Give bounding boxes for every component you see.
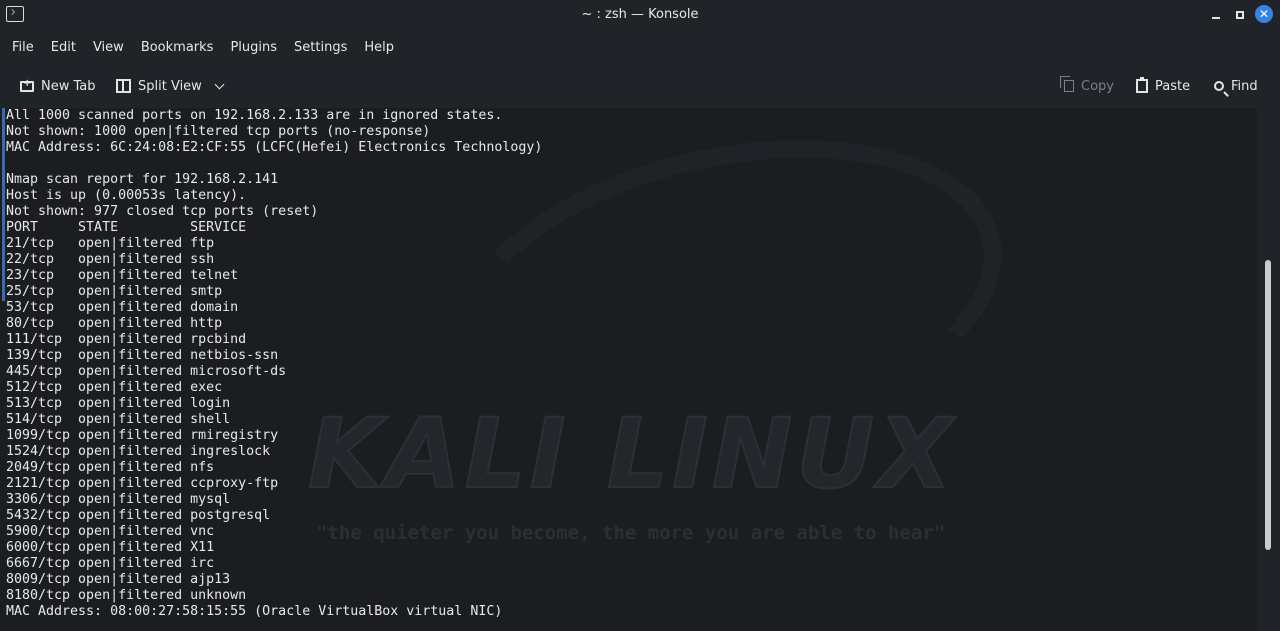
- toolbar: New Tab Split View Copy Paste Find: [0, 70, 1280, 102]
- menu-plugins[interactable]: Plugins: [230, 36, 277, 60]
- terminal-line: All 1000 scanned ports on 192.168.2.133 …: [6, 108, 503, 123]
- terminal-line: 2121/tcp open|filtered ccproxy-ftp: [6, 476, 279, 491]
- terminal-line: 23/tcp open|filtered telnet: [6, 268, 239, 283]
- terminal-line: 53/tcp open|filtered domain: [6, 300, 239, 315]
- menu-file[interactable]: File: [12, 36, 34, 60]
- minimize-button[interactable]: [1208, 7, 1224, 23]
- maximize-button[interactable]: [1232, 7, 1248, 23]
- window-title: ~ : zsh — Konsole: [581, 7, 699, 22]
- terminal-view[interactable]: KALI LINUX "the quieter you become, the …: [0, 108, 1257, 631]
- chevron-down-icon: [214, 79, 225, 89]
- scroll-marker: [2, 108, 5, 301]
- terminal-line: 1524/tcp open|filtered ingreslock: [6, 444, 271, 459]
- close-icon: ✕: [1258, 7, 1270, 21]
- terminal-line: 139/tcp open|filtered netbios-ssn: [6, 348, 279, 363]
- terminal-line: 3306/tcp open|filtered mysql: [6, 492, 231, 507]
- terminal-line: PORT STATE SERVICE: [6, 220, 247, 235]
- terminal-line: 5900/tcp open|filtered vnc: [6, 524, 215, 539]
- scrollbar-thumb[interactable]: [1265, 260, 1271, 550]
- new-tab-icon: [20, 78, 34, 92]
- terminal-line: 6667/tcp open|filtered irc: [6, 556, 215, 571]
- terminal-line: 21/tcp open|filtered ftp: [6, 236, 215, 251]
- terminal-line: 5432/tcp open|filtered postgresql: [6, 508, 271, 523]
- new-tab-button[interactable]: New Tab: [20, 76, 96, 96]
- copy-button[interactable]: Copy: [1060, 76, 1114, 96]
- terminal-line: 8180/tcp open|filtered unknown: [6, 588, 247, 603]
- terminal-line: 512/tcp open|filtered exec: [6, 380, 223, 395]
- vertical-scrollbar[interactable]: [1257, 108, 1280, 631]
- terminal-line: 8009/tcp open|filtered ajp13: [6, 572, 231, 587]
- menu-view[interactable]: View: [93, 36, 124, 60]
- menu-settings[interactable]: Settings: [294, 36, 347, 60]
- terminal-line: MAC Address: 6C:24:08:E2:CF:55 (LCFC(Hef…: [6, 140, 543, 155]
- konsole-window: ~ : zsh — Konsole ✕ File Edit View Bookm…: [0, 0, 1280, 631]
- paste-icon: [1136, 77, 1148, 93]
- terminal-output: All 1000 scanned ports on 192.168.2.133 …: [6, 108, 542, 620]
- terminal-line: 25/tcp open|filtered smtp: [6, 284, 223, 299]
- paste-label: Paste: [1155, 78, 1191, 94]
- split-view-icon: [116, 79, 131, 93]
- terminal-line: 513/tcp open|filtered login: [6, 396, 231, 411]
- terminal-line: 1099/tcp open|filtered rmiregistry: [6, 428, 279, 443]
- title-bar: ~ : zsh — Konsole ✕: [0, 0, 1280, 30]
- maximize-icon: [1236, 11, 1244, 19]
- split-view-button[interactable]: Split View: [116, 76, 225, 96]
- terminal-line: Not shown: 1000 open|filtered tcp ports …: [6, 124, 431, 139]
- find-button[interactable]: Find: [1214, 76, 1258, 96]
- menu-bookmarks[interactable]: Bookmarks: [141, 36, 214, 60]
- terminal-line: Host is up (0.00053s latency).: [6, 188, 247, 203]
- terminal-line: 445/tcp open|filtered microsoft-ds: [6, 364, 287, 379]
- minimize-icon: [1212, 17, 1220, 19]
- find-label: Find: [1231, 78, 1258, 94]
- menu-help[interactable]: Help: [364, 36, 394, 60]
- new-tab-label: New Tab: [41, 78, 96, 94]
- terminal-line: Not shown: 977 closed tcp ports (reset): [6, 204, 319, 219]
- paste-button[interactable]: Paste: [1136, 76, 1190, 96]
- copy-icon: [1060, 76, 1074, 92]
- terminal-line: 6000/tcp open|filtered X11: [6, 540, 215, 555]
- terminal-line: 22/tcp open|filtered ssh: [6, 252, 215, 267]
- terminal-line: Nmap scan report for 192.168.2.141: [6, 172, 279, 187]
- menu-edit[interactable]: Edit: [51, 36, 76, 60]
- menu-bar: File Edit View Bookmarks Plugins Setting…: [0, 36, 1280, 60]
- terminal-line: MAC Address: 08:00:27:58:15:55 (Oracle V…: [6, 604, 503, 619]
- split-view-label: Split View: [138, 78, 202, 94]
- copy-label: Copy: [1081, 78, 1114, 94]
- terminal-line: 514/tcp open|filtered shell: [6, 412, 231, 427]
- terminal-line: 2049/tcp open|filtered nfs: [6, 460, 215, 475]
- terminal-line: 80/tcp open|filtered http: [6, 316, 223, 331]
- terminal-line: 111/tcp open|filtered rpcbind: [6, 332, 247, 347]
- search-icon: [1214, 81, 1224, 91]
- close-button[interactable]: ✕: [1255, 5, 1273, 23]
